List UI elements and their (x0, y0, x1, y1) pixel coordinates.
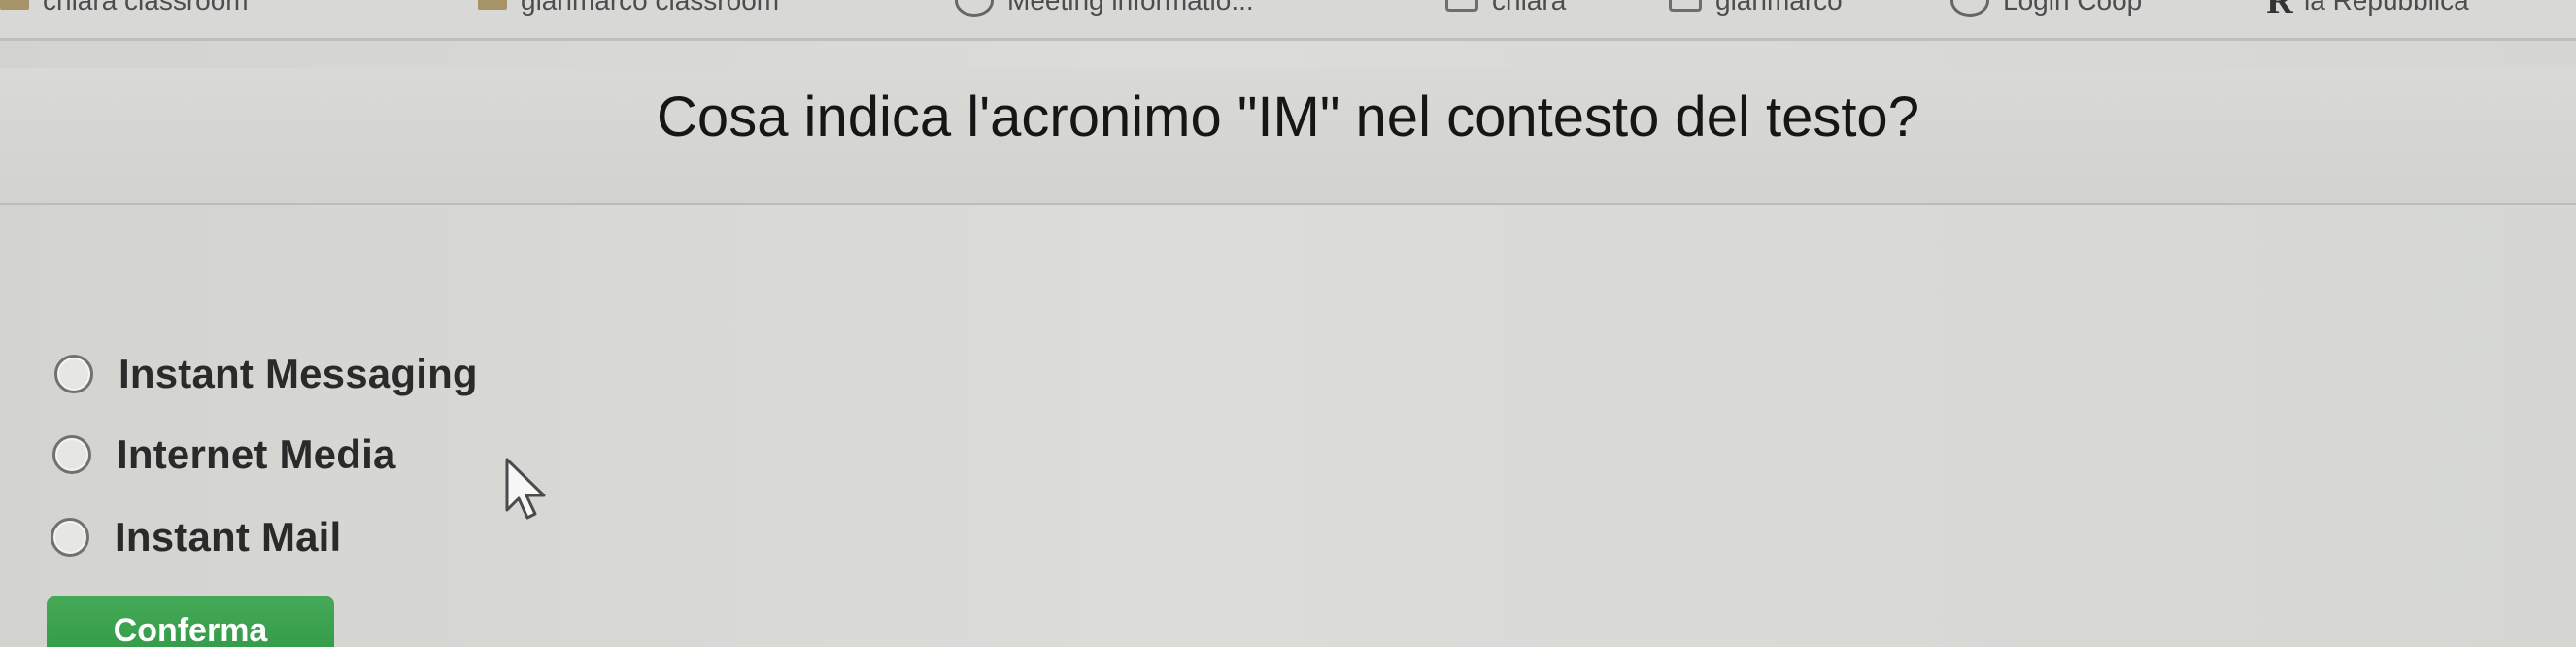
bookmark-gianmarco-classroom[interactable]: gianmarco classroom (478, 0, 779, 16)
folder-icon (478, 0, 507, 10)
quiz-page: chiara classroom gianmarco classroom Mee… (0, 0, 2576, 647)
globe-icon (955, 0, 994, 17)
bookmark-label: la Repubblica (2304, 0, 2469, 16)
bookmark-label: Meeting informatio... (1007, 0, 1254, 16)
bookmark-meeting-information[interactable]: Meeting informatio... (955, 0, 1254, 17)
folder-icon (1669, 0, 1702, 12)
option-label: Instant Messaging (119, 351, 478, 396)
radio-button[interactable] (52, 435, 91, 474)
bookmark-la-repubblica[interactable]: R la Repubblica (2266, 0, 2469, 21)
bookmarks-bar: chiara classroom gianmarco classroom Mee… (0, 0, 2576, 41)
mouse-cursor-icon (505, 458, 546, 520)
option-label: Instant Mail (115, 514, 342, 560)
option-internet-media[interactable]: Internet Media (52, 427, 396, 482)
globe-icon (1950, 0, 1989, 17)
radio-button[interactable] (51, 518, 89, 557)
bookmark-chiara-classroom[interactable]: chiara classroom (0, 0, 249, 16)
bookmark-label: gianmarco classroom (521, 0, 780, 16)
option-instant-messaging[interactable]: Instant Messaging (54, 347, 478, 401)
newspaper-icon: R (2266, 0, 2293, 21)
bookmark-label: gianmarco (1715, 0, 1843, 16)
bookmark-label: chiara classroom (43, 0, 249, 16)
bookmark-label: Login Coop (2003, 0, 2143, 16)
radio-button[interactable] (54, 355, 93, 393)
option-instant-mail[interactable]: Instant Mail (51, 510, 341, 564)
bookmark-gianmarco[interactable]: gianmarco (1669, 0, 1843, 16)
bookmark-label: chiara (1492, 0, 1567, 16)
bookmark-login-coop[interactable]: Login Coop (1950, 0, 2143, 17)
folder-icon (0, 0, 29, 10)
confirm-button[interactable]: Conferma (47, 596, 334, 647)
question-title: Cosa indica l'acronimo "IM" nel contesto… (657, 85, 1919, 149)
question-bar: Cosa indica l'acronimo "IM" nel contesto… (0, 68, 2576, 205)
answer-options: Instant Messaging Internet Media Instant… (0, 206, 2576, 647)
bookmark-chiara[interactable]: chiara (1445, 0, 1566, 16)
option-label: Internet Media (117, 431, 396, 477)
folder-icon (1445, 0, 1478, 12)
